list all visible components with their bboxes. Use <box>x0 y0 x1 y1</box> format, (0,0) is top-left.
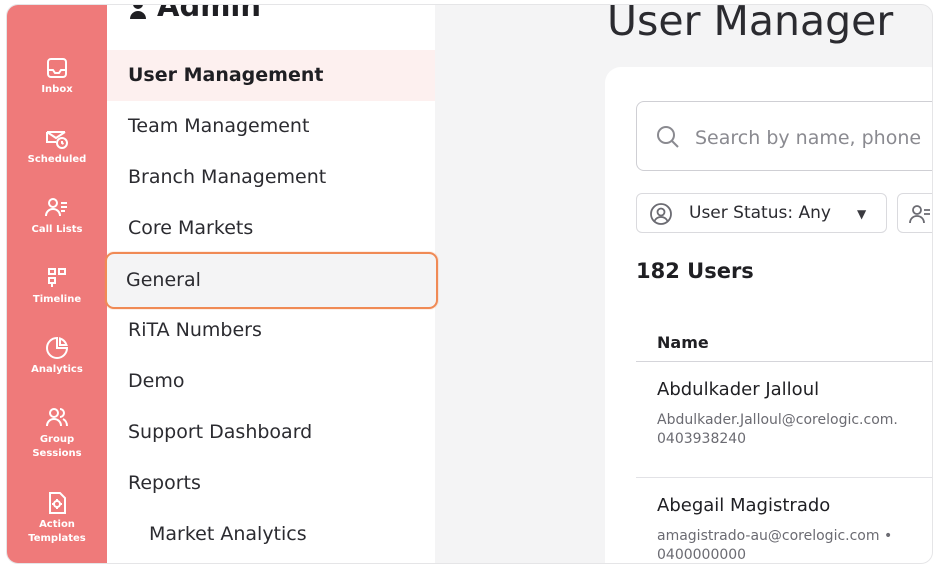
sidebar-item-user-management[interactable]: User Management <box>107 50 435 101</box>
sidebar-item-market-analytics[interactable]: Market Analytics <box>107 509 435 560</box>
rail-label-inbox: Inbox <box>41 84 73 95</box>
rail-item-scheduled[interactable]: Scheduled <box>7 125 107 167</box>
rail-item-call-lists[interactable]: Call Lists <box>7 195 107 237</box>
user-contact: amagistrado-au@corelogic.com • 040000000… <box>657 527 893 563</box>
sidebar-item-rita-numbers[interactable]: RiTA Numbers <box>107 305 435 356</box>
table-header: Name <box>636 323 932 362</box>
users-card: User Status: Any ▼ 182 Users Name Abdulk… <box>605 67 932 563</box>
user-email: amagistrado-au@corelogic.com • <box>657 528 893 544</box>
rail-item-timeline[interactable]: Timeline <box>7 265 107 307</box>
inbox-icon <box>47 58 67 78</box>
page-title: User Manager <box>607 4 894 45</box>
search-input[interactable] <box>693 120 932 156</box>
rail-item-analytics[interactable]: Analytics <box>7 335 107 377</box>
user-contact: Abdulkader.Jalloul@corelogic.com. 040393… <box>657 411 898 449</box>
user-name: Abegail Magistrado <box>657 495 831 516</box>
caret-down-icon: ▼ <box>857 207 867 221</box>
rail-item-action-templates[interactable]: Action Templates <box>7 490 107 546</box>
action-templates-icon <box>49 492 66 514</box>
user-phone: 0403938240 <box>657 431 747 447</box>
rail-label-scheduled: Scheduled <box>27 154 87 165</box>
table-row[interactable]: Abdulkader Jalloul Abdulkader.Jalloul@co… <box>636 361 932 478</box>
admin-icon <box>130 5 146 19</box>
sidebar-title-text: Admin <box>157 4 262 23</box>
rail-item-group-sessions[interactable]: Group Sessions <box>7 405 107 461</box>
sidebar-item-team-management[interactable]: Team Management <box>107 101 435 152</box>
rail-label-call-lists: Call Lists <box>31 224 83 235</box>
user-status-filter-label: User Status: Any <box>689 203 831 223</box>
rail-label-action-templates: Action Templates <box>28 519 86 544</box>
search-box <box>636 101 932 171</box>
users-filter-icon <box>909 205 930 224</box>
call-lists-icon <box>45 198 67 217</box>
sidebar-item-general[interactable]: General <box>105 252 438 309</box>
icon-rail: Inbox Scheduled Call Lists Timeline Anal… <box>7 5 107 563</box>
user-status-filter[interactable]: User Status: Any ▼ <box>636 193 887 233</box>
sidebar-item-support-dashboard[interactable]: Support Dashboard <box>107 407 435 458</box>
sidebar-item-general-label: General <box>126 269 201 291</box>
timeline-icon <box>48 268 66 287</box>
analytics-icon <box>46 336 69 359</box>
app-window: Inbox Scheduled Call Lists Timeline Anal… <box>6 4 933 564</box>
search-icon <box>657 126 679 148</box>
users-count: 182 Users <box>636 259 754 283</box>
sidebar-item-demo[interactable]: Demo <box>107 356 435 407</box>
group-sessions-icon <box>46 408 68 427</box>
user-circle-icon <box>650 203 672 225</box>
sidebar-item-core-markets[interactable]: Core Markets <box>107 203 435 254</box>
user-name: Abdulkader Jalloul <box>657 379 820 400</box>
sidebar-title: Admin <box>129 4 262 23</box>
rail-item-inbox[interactable]: Inbox <box>7 55 107 97</box>
sidebar-item-branch-management[interactable]: Branch Management <box>107 152 435 203</box>
user-email: Abdulkader.Jalloul@corelogic.com. <box>657 412 898 428</box>
column-header-name[interactable]: Name <box>657 333 709 352</box>
table-row[interactable]: Abegail Magistrado amagistrado-au@corelo… <box>636 477 932 563</box>
scheduled-icon <box>46 131 68 149</box>
rail-label-timeline: Timeline <box>32 294 82 305</box>
user-phone: 0400000000 <box>657 547 747 563</box>
secondary-filter[interactable] <box>897 193 932 233</box>
rail-label-group-sessions: Group Sessions <box>32 434 82 459</box>
sidebar-item-reports[interactable]: Reports <box>107 458 435 509</box>
rail-label-analytics: Analytics <box>31 364 83 375</box>
